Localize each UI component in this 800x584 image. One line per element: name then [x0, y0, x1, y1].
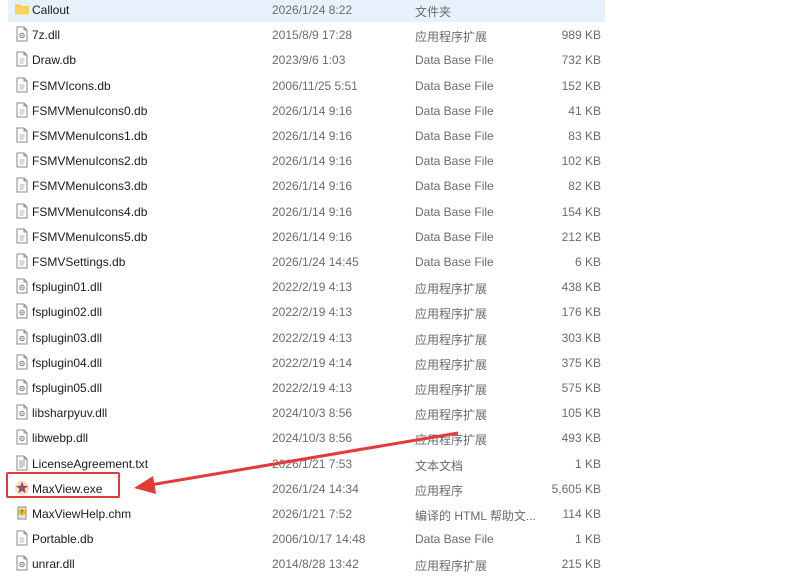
arrow-head — [134, 476, 156, 494]
annotation-arrow — [134, 431, 459, 494]
arrow-shaft — [149, 431, 459, 487]
